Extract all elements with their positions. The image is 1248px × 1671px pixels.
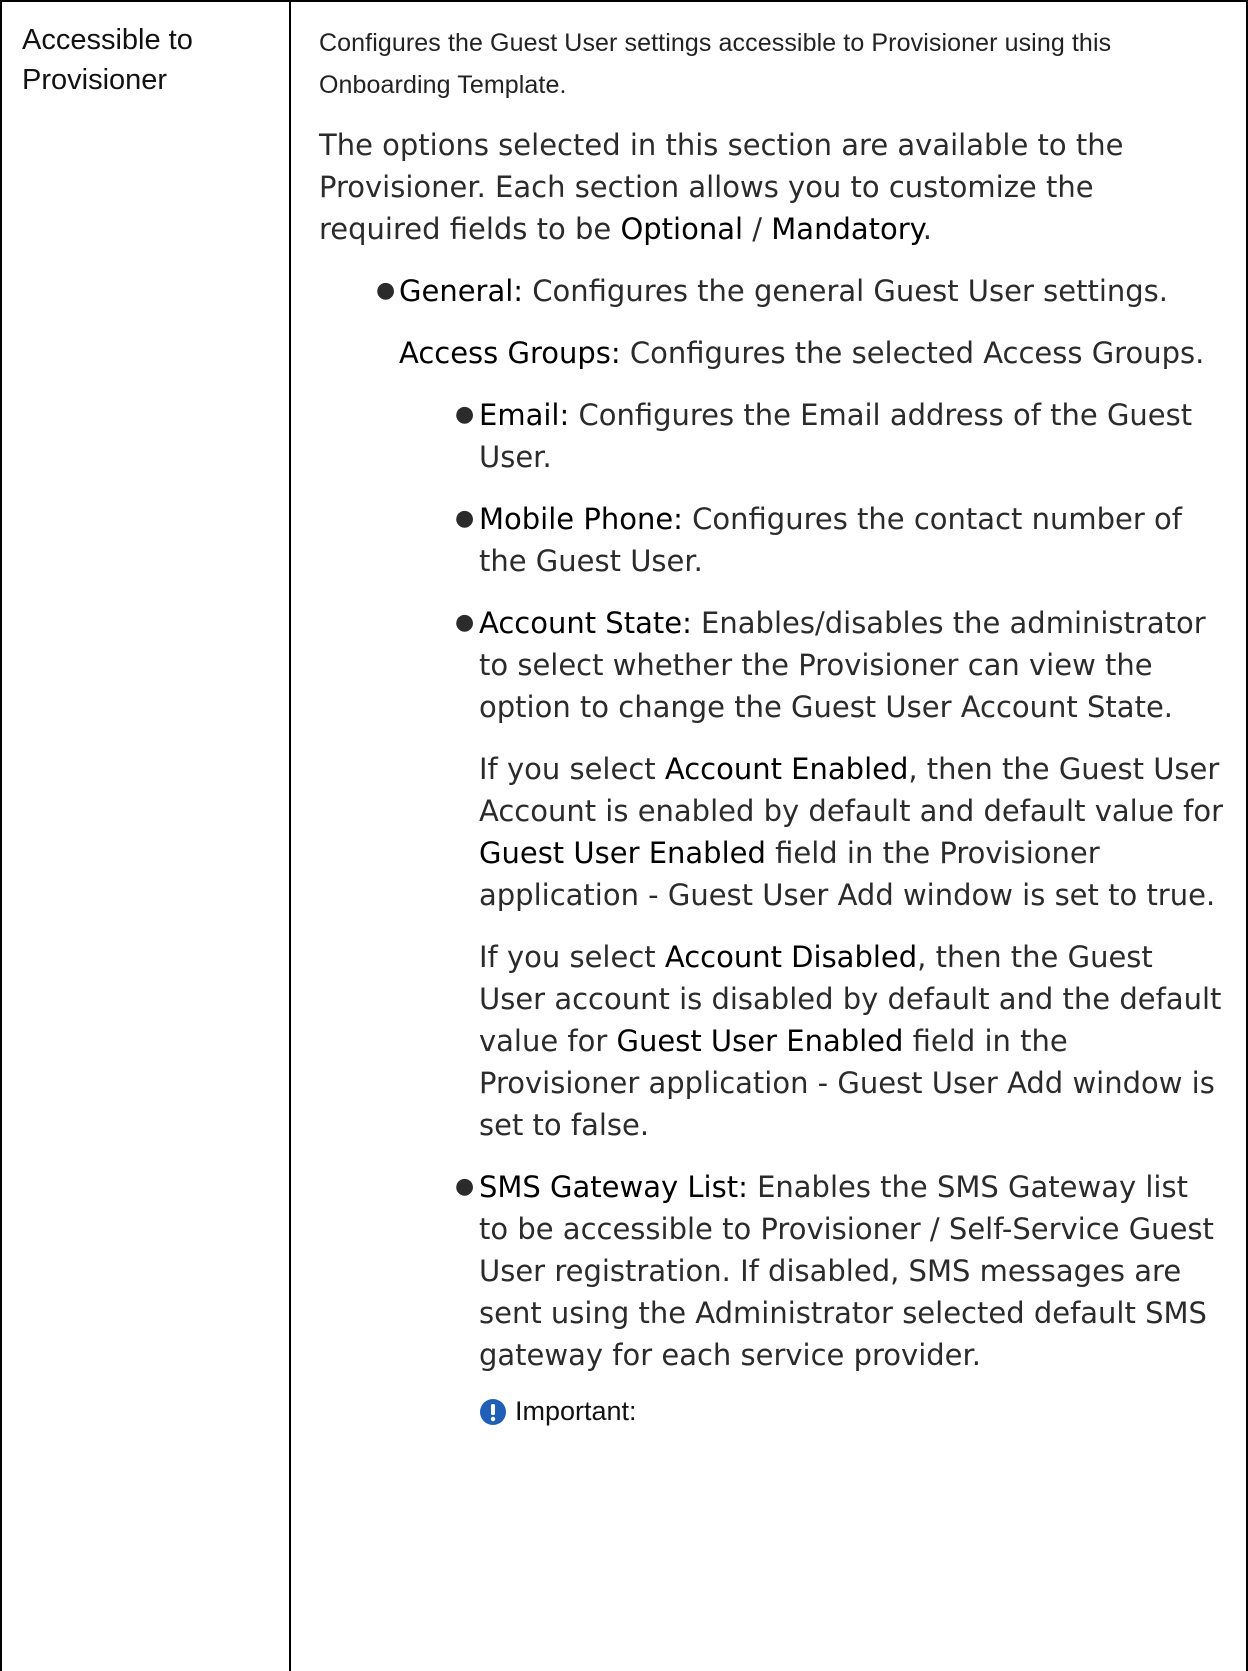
bullet-icon: ●	[455, 610, 475, 635]
table-column-divider	[289, 0, 291, 1671]
table-top-border	[0, 0, 1248, 2]
access-groups-label: Access Groups:	[399, 336, 621, 370]
bullet-icon: ●	[455, 506, 475, 531]
bullet-icon: ●	[455, 1174, 475, 1199]
optional-term: Optional	[620, 212, 744, 246]
table-left-border	[0, 0, 2, 1671]
list-item-email: ● Email: Configures the Email address of…	[319, 394, 1224, 478]
important-label: Important:	[515, 1396, 637, 1426]
guest-user-enabled-term: Guest User Enabled	[616, 1024, 904, 1058]
bullet-icon: ●	[455, 402, 475, 427]
row-description: Configures the Guest User settings acces…	[319, 22, 1224, 1427]
account-disabled-term: Account Disabled	[664, 940, 918, 974]
sms-gateway-label: SMS Gateway List:	[479, 1170, 748, 1204]
access-groups-paragraph: Access Groups: Configures the selected A…	[399, 336, 1205, 370]
mobile-phone-label: Mobile Phone:	[479, 502, 683, 536]
intro-text: Configures the Guest User settings acces…	[319, 29, 1112, 99]
important-callout: Important:	[319, 1396, 1224, 1427]
guest-user-enabled-term: Guest User Enabled	[479, 836, 766, 870]
general-label: General:	[399, 274, 524, 308]
exclamation-circle-icon	[480, 1398, 506, 1425]
list-item-sms-gateway: ● SMS Gateway List: Enables the SMS Gate…	[319, 1166, 1224, 1376]
bullet-icon: ●	[376, 278, 396, 303]
list-item-mobile-phone: ● Mobile Phone: Configures the contact n…	[319, 498, 1224, 582]
options-paragraph: The options selected in this section are…	[319, 128, 1124, 246]
list-item-general: ● General: Configures the general Guest …	[319, 270, 1224, 312]
account-disabled-paragraph: If you select Account Disabled, then the…	[479, 940, 1222, 1142]
definition-table: Accessible to Provisioner Configures the…	[0, 0, 1248, 1671]
mandatory-term: Mandatory	[771, 212, 923, 246]
row-label: Accessible to Provisioner	[22, 24, 193, 96]
account-state-label: Account State:	[479, 606, 692, 640]
account-enabled-term: Account Enabled	[664, 752, 909, 786]
account-enabled-paragraph: If you select Account Enabled, then the …	[479, 752, 1224, 912]
email-label: Email:	[479, 398, 570, 432]
list-item-account-state: ● Account State: Enables/disables the ad…	[319, 602, 1224, 728]
